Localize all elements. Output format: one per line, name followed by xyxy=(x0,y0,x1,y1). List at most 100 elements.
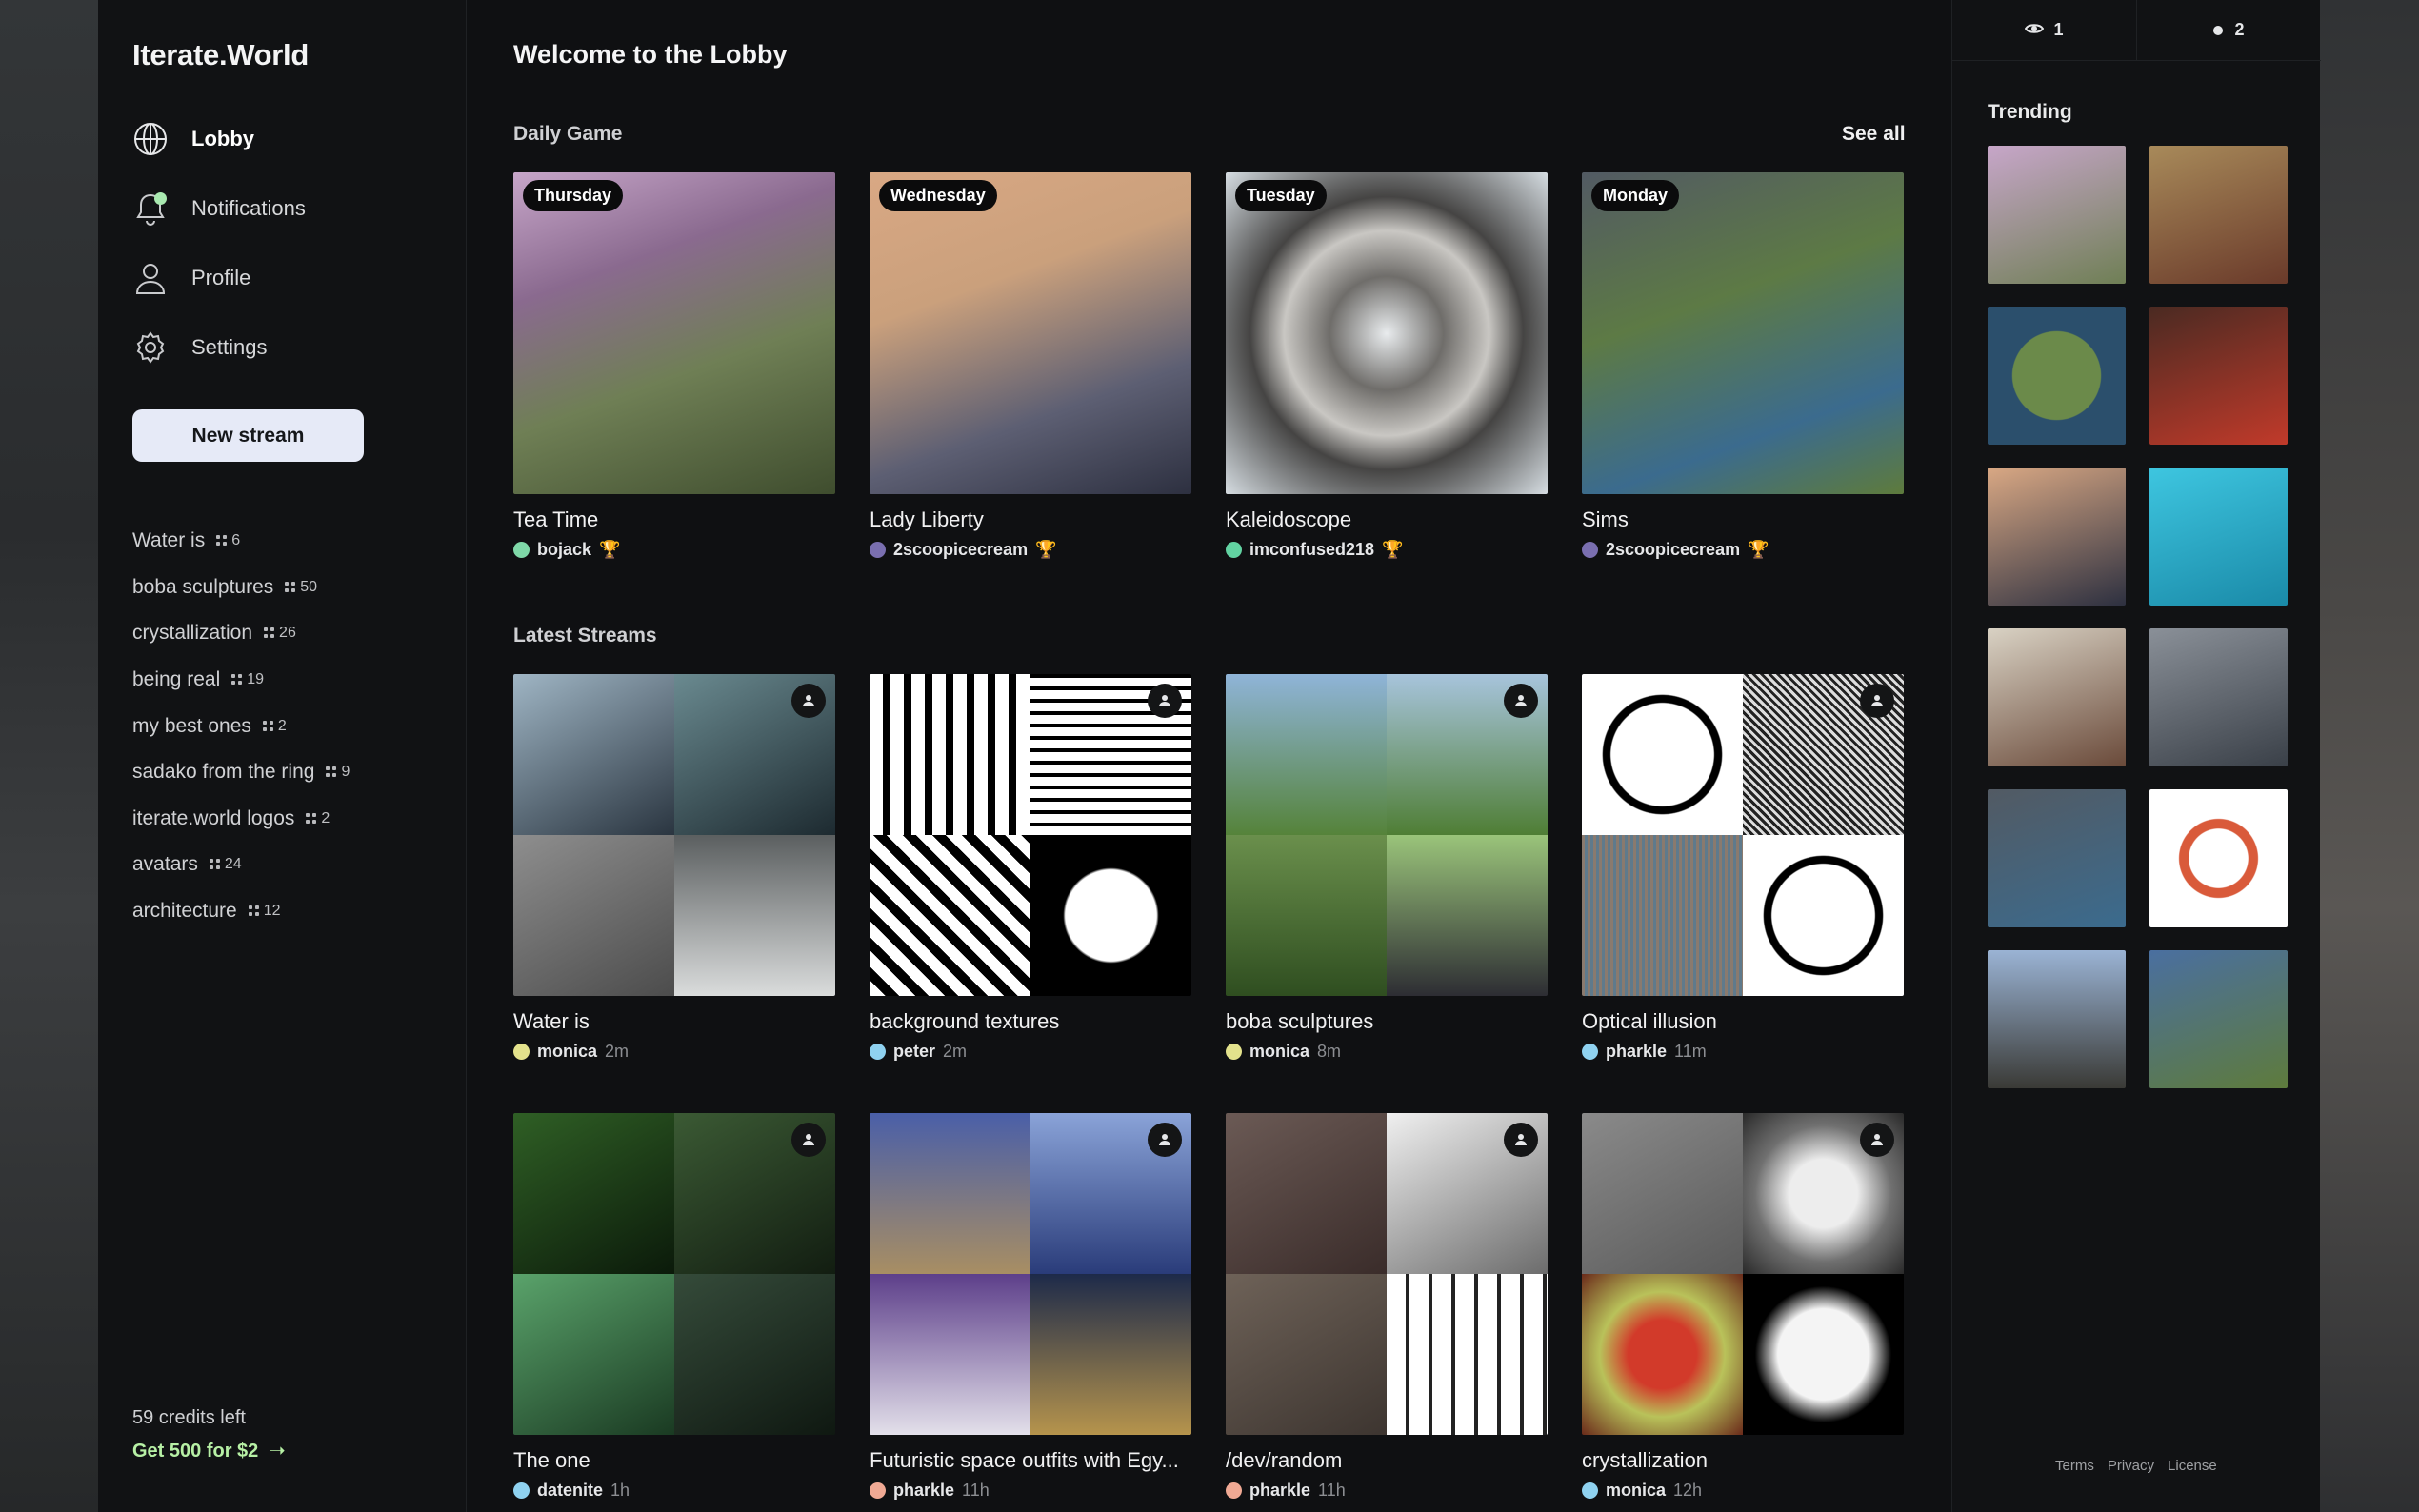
daily-game-card[interactable]: Tuesday Kaleidoscope imconfused218 🏆 xyxy=(1226,172,1548,560)
card-meta: imconfused218 🏆 xyxy=(1226,540,1548,560)
collage-tile xyxy=(1030,835,1191,996)
nav-item-notifications[interactable]: Notifications xyxy=(132,189,437,228)
grid-icon xyxy=(231,674,243,686)
author-name[interactable]: 2scoopicecream xyxy=(1606,540,1740,560)
stream-count: 19 xyxy=(231,671,264,688)
author-name[interactable]: pharkle xyxy=(893,1481,954,1501)
stream-collage[interactable] xyxy=(1582,674,1904,996)
daily-game-image[interactable]: Wednesday xyxy=(870,172,1191,494)
brand-logo[interactable]: Iterate.World xyxy=(132,38,309,72)
author-name[interactable]: bojack xyxy=(537,540,591,560)
author-name[interactable]: monica xyxy=(537,1042,597,1062)
stream-card[interactable]: Futuristic space outfits with Egy... phar… xyxy=(870,1113,1191,1501)
trophy-icon: 🏆 xyxy=(599,540,621,559)
trending-thumbnail[interactable] xyxy=(2149,307,2288,445)
stream-link[interactable]: avatars 24 xyxy=(132,842,447,888)
trending-thumbnail[interactable] xyxy=(1988,789,2126,927)
see-all-link[interactable]: See all xyxy=(1842,123,1906,146)
stream-card[interactable]: /dev/random pharkle 11h xyxy=(1226,1113,1548,1501)
timestamp: 8m xyxy=(1317,1042,1342,1061)
stream-link[interactable]: architecture 12 xyxy=(132,888,447,935)
new-stream-button[interactable]: New stream xyxy=(132,409,364,462)
buy-credits-label: Get 500 for $2 xyxy=(132,1441,259,1462)
author-name[interactable]: imconfused218 xyxy=(1249,540,1374,560)
daily-game-image[interactable]: Thursday xyxy=(513,172,835,494)
stream-link[interactable]: being real 19 xyxy=(132,657,447,704)
stream-card[interactable]: Water is monica 2m xyxy=(513,674,835,1062)
right-panel: 1 2 Trending Terms Privacy License xyxy=(1951,0,2321,1512)
globe-icon xyxy=(132,121,169,157)
stream-collage[interactable] xyxy=(870,674,1191,996)
license-link[interactable]: License xyxy=(2168,1458,2217,1474)
trending-thumbnail[interactable] xyxy=(2149,950,2288,1088)
card-meta: monica 8m xyxy=(1226,1042,1548,1062)
online-count[interactable]: 2 xyxy=(2137,0,2321,60)
stream-collage[interactable] xyxy=(870,1113,1191,1435)
stream-count: 2 xyxy=(306,810,330,827)
daily-game-card[interactable]: Thursday Tea Time bojack 🏆 xyxy=(513,172,835,560)
trending-thumbnail[interactable] xyxy=(2149,146,2288,284)
author-name[interactable]: peter xyxy=(893,1042,935,1062)
day-badge: Tuesday xyxy=(1235,180,1327,211)
trending-thumbnail[interactable] xyxy=(1988,468,2126,606)
daily-game-title: Lady Liberty xyxy=(870,507,984,531)
stream-collage[interactable] xyxy=(1226,674,1548,996)
trending-thumbnail[interactable] xyxy=(1988,146,2126,284)
timestamp: 2m xyxy=(605,1042,630,1061)
stream-card[interactable]: Optical illusion pharkle 11m xyxy=(1582,674,1904,1062)
daily-game-image[interactable]: Tuesday xyxy=(1226,172,1548,494)
trending-thumbnail[interactable] xyxy=(1988,307,2126,445)
collaborators-icon xyxy=(1504,1123,1538,1157)
daily-game-title: Kaleidoscope xyxy=(1226,507,1352,531)
avatar xyxy=(513,1482,530,1499)
trending-thumbnail[interactable] xyxy=(2149,468,2288,606)
stream-link[interactable]: Water is 6 xyxy=(132,518,447,565)
stream-title: boba sculptures xyxy=(1226,1009,1374,1033)
stream-link[interactable]: crystallization 26 xyxy=(132,610,447,657)
stream-link[interactable]: iterate.world logos 2 xyxy=(132,796,447,843)
stream-name: iterate.world logos xyxy=(132,806,295,829)
stream-link[interactable]: boba sculptures 50 xyxy=(132,565,447,611)
daily-game-image[interactable]: Monday xyxy=(1582,172,1904,494)
avatar xyxy=(870,1482,886,1499)
privacy-link[interactable]: Privacy xyxy=(2108,1458,2154,1474)
trending-thumbnail[interactable] xyxy=(2149,628,2288,766)
stream-collage[interactable] xyxy=(513,1113,835,1435)
trending-thumbnail[interactable] xyxy=(1988,950,2126,1088)
buy-credits-link[interactable]: Get 500 for $2 ➝ xyxy=(132,1439,286,1462)
stream-collage[interactable] xyxy=(513,674,835,996)
daily-game-card[interactable]: Wednesday Lady Liberty 2scoopicecream 🏆 xyxy=(870,172,1191,560)
stream-card[interactable]: boba sculptures monica 8m xyxy=(1226,674,1548,1062)
lobby-main: Welcome to the Lobby Daily Game See all … xyxy=(468,0,1951,1512)
daily-game-card[interactable]: Monday Sims 2scoopicecream 🏆 xyxy=(1582,172,1904,560)
author-name[interactable]: pharkle xyxy=(1249,1481,1310,1501)
collage-tile xyxy=(674,1274,835,1435)
stream-name: my best ones xyxy=(132,714,251,737)
stream-link[interactable]: my best ones 2 xyxy=(132,703,447,749)
main-nav: Lobby Notifications Profile Settings xyxy=(132,120,437,398)
stream-link[interactable]: sadako from the ring 9 xyxy=(132,749,447,796)
stream-title: background textures xyxy=(870,1009,1060,1033)
stream-count: 50 xyxy=(285,579,317,596)
author-name[interactable]: monica xyxy=(1249,1042,1309,1062)
stream-collage[interactable] xyxy=(1226,1113,1548,1435)
trending-thumbnail[interactable] xyxy=(2149,789,2288,927)
avatar xyxy=(1582,1044,1598,1060)
trending-thumbnail[interactable] xyxy=(1988,628,2126,766)
stream-card[interactable]: The one datenite 1h xyxy=(513,1113,835,1501)
stream-collage[interactable] xyxy=(1582,1113,1904,1435)
author-name[interactable]: 2scoopicecream xyxy=(893,540,1028,560)
nav-item-settings[interactable]: Settings xyxy=(132,328,437,367)
viewers-count[interactable]: 1 xyxy=(1952,0,2137,60)
nav-item-profile[interactable]: Profile xyxy=(132,259,437,297)
presence-bar: 1 2 xyxy=(1952,0,2321,61)
window-backdrop-left xyxy=(0,0,98,1512)
author-name[interactable]: monica xyxy=(1606,1481,1666,1501)
terms-link[interactable]: Terms xyxy=(2055,1458,2094,1474)
stream-card[interactable]: background textures peter 2m xyxy=(870,674,1191,1062)
collage-tile xyxy=(513,1274,674,1435)
author-name[interactable]: datenite xyxy=(537,1481,603,1501)
author-name[interactable]: pharkle xyxy=(1606,1042,1667,1062)
nav-item-lobby[interactable]: Lobby xyxy=(132,120,437,158)
stream-card[interactable]: crystallization monica 12h xyxy=(1582,1113,1904,1501)
